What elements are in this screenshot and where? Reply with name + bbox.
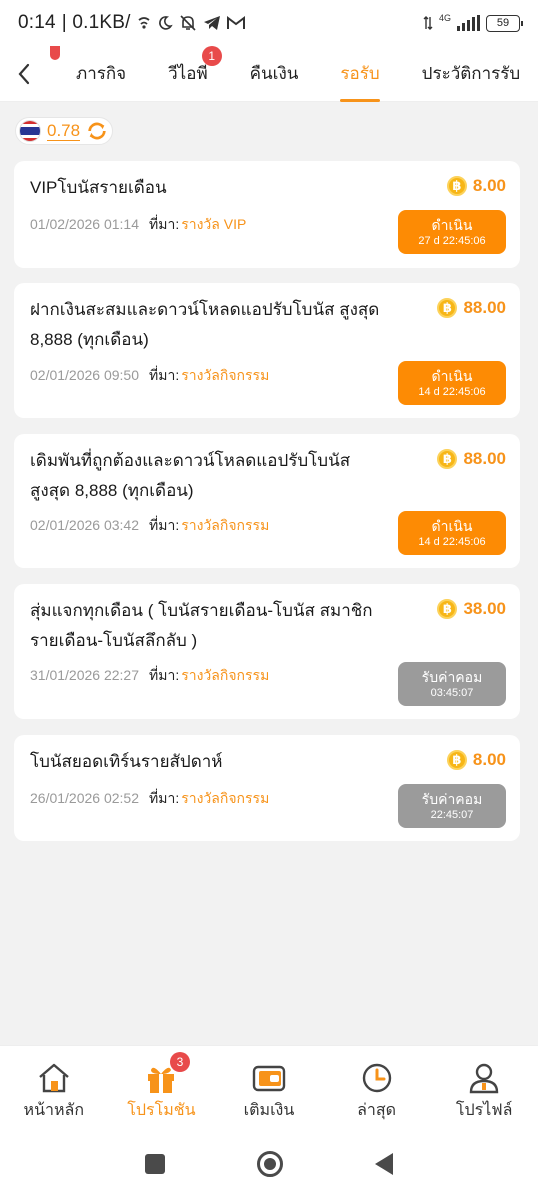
network-type: 4G	[438, 12, 451, 23]
reward-source: รางวัลกิจกรรม	[181, 667, 270, 683]
proceed-button[interactable]: ดำเนิน 14 d 22:45:06	[398, 511, 506, 555]
countdown-timer: 14 d 22:45:06	[418, 535, 486, 548]
nav-latest[interactable]: ล่าสุด	[323, 1046, 431, 1129]
reward-title: เดิมพันที่ถูกต้องและดาวน์โหลดแอปรับโบนัส…	[30, 451, 351, 500]
telegram-icon	[203, 16, 220, 30]
reward-card: โบนัสยอดเทิร์นรายสัปดาห์ ฿ 8.00 26/01/202…	[14, 735, 520, 841]
mute-icon	[180, 15, 196, 31]
source-label: ที่มา:	[149, 790, 180, 806]
reward-date: 02/01/2026 03:42	[30, 517, 139, 533]
reward-card: เดิมพันที่ถูกต้องและดาวน์โหลดแอปรับโบนัส…	[14, 434, 520, 568]
tab-cashback[interactable]: คืนเงิน	[250, 46, 299, 102]
thailand-flag-icon	[19, 120, 41, 142]
reward-title: สุ่มแจกทุกเดือน ( โบนัสรายเดือน-โบนัส สม…	[30, 601, 373, 650]
tab-bar: ภารกิจ วีไอพี 1 คืนเงิน รอรับ ประวัติการร…	[0, 45, 538, 102]
countdown-timer: 27 d 22:45:06	[418, 234, 486, 247]
nav-deposit[interactable]: เติมเงิน	[215, 1046, 323, 1129]
reward-card: สุ่มแจกทุกเดือน ( โบนัสรายเดือน-โบนัส สม…	[14, 584, 520, 719]
source-label: ที่มา:	[149, 367, 180, 383]
coin-icon: ฿	[446, 176, 467, 196]
reward-source: รางวัลกิจกรรม	[181, 790, 270, 806]
coin-icon: ฿	[437, 449, 458, 469]
status-time: 0:14	[18, 12, 56, 33]
home-system-button[interactable]	[257, 1151, 283, 1177]
reward-amount: 8.00	[472, 750, 506, 769]
claim-commission-button[interactable]: รับค่าคอม 22:45:07	[398, 784, 506, 828]
reward-amount: 8.00	[472, 176, 506, 195]
source-label: ที่มา:	[149, 216, 180, 232]
coin-icon: ฿	[446, 750, 467, 770]
wallet-icon	[252, 1065, 286, 1092]
claim-commission-button[interactable]: รับค่าคอม 03:45:07	[398, 662, 506, 706]
reward-date: 31/01/2026 22:27	[30, 667, 139, 683]
tab-history[interactable]: ประวัติการรับ	[422, 46, 521, 102]
data-transfer-icon	[423, 16, 433, 30]
tab-pending[interactable]: รอรับ	[340, 46, 380, 102]
status-speed: | 0.1KB/	[61, 12, 131, 33]
wifi-icon	[138, 17, 150, 29]
battery-icon: 59	[486, 14, 523, 32]
nav-promotions[interactable]: 3 โปรโมชัน	[108, 1046, 216, 1129]
signal-icon	[457, 15, 480, 31]
tab-vip-badge: 1	[201, 45, 222, 66]
balance-chip[interactable]: 0.78	[15, 117, 114, 145]
gmail-icon	[226, 16, 245, 29]
reward-source: รางวัล VIP	[181, 216, 247, 232]
tab-edge-badge	[50, 46, 60, 60]
reward-amount: 88.00	[463, 298, 506, 317]
reward-amount: 38.00	[463, 599, 506, 618]
tab-vip[interactable]: วีไอพี 1	[168, 45, 222, 102]
profile-icon	[469, 1063, 499, 1094]
back-system-button[interactable]	[375, 1153, 393, 1175]
chevron-left-icon	[18, 63, 30, 84]
balance-value: 0.78	[47, 120, 81, 141]
recent-apps-button[interactable]	[145, 1154, 165, 1174]
countdown-timer: 22:45:07	[430, 808, 474, 821]
reward-card: ฝากเงินสะสมและดาวน์โหลดแอปรับโบนัส สูงสุ…	[14, 283, 520, 418]
reward-card: VIPโบนัสรายเดือน ฿ 8.00 01/02/2026 01:14 ท…	[14, 161, 520, 268]
source-label: ที่มา:	[149, 667, 180, 683]
back-button[interactable]	[0, 46, 48, 102]
proceed-button[interactable]: ดำเนิน 14 d 22:45:06	[398, 361, 506, 405]
coin-icon: ฿	[437, 599, 458, 619]
nav-home[interactable]: หน้าหลัก	[0, 1046, 108, 1129]
coin-icon: ฿	[437, 298, 458, 318]
reward-title: โบนัสยอดเทิร์นรายสัปดาห์	[30, 752, 223, 771]
reward-date: 26/01/2026 02:52	[30, 790, 139, 806]
countdown-timer: 03:45:07	[430, 686, 474, 699]
proceed-button[interactable]: ดำเนิน 27 d 22:45:06	[398, 210, 506, 254]
battery-level: 59	[496, 17, 510, 29]
reward-title: ฝากเงินสะสมและดาวน์โหลดแอปรับโบนัส สูงสุ…	[30, 300, 380, 349]
bottom-nav: หน้าหลัก 3 โปรโมชัน เติมเงิน ล่าสุด โปรไ…	[0, 1045, 538, 1129]
reward-title: VIPโบนัสรายเดือน	[30, 178, 167, 197]
countdown-timer: 14 d 22:45:06	[418, 385, 486, 398]
reward-date: 01/02/2026 01:14	[30, 216, 139, 232]
source-label: ที่มา:	[149, 517, 180, 533]
promotions-badge: 3	[169, 1052, 190, 1072]
refresh-icon[interactable]	[86, 120, 108, 142]
reward-source: รางวัลกิจกรรม	[181, 367, 270, 383]
reward-date: 02/01/2026 09:50	[30, 367, 139, 383]
moon-icon	[158, 16, 173, 30]
clock-icon	[362, 1063, 391, 1093]
home-icon	[39, 1063, 69, 1093]
system-nav-bar	[0, 1129, 538, 1199]
status-bar: 0:14 | 0.1KB/ 4G 59	[0, 0, 538, 46]
reward-amount: 88.00	[463, 449, 506, 468]
tab-missions[interactable]: ภารกิจ	[76, 46, 126, 102]
nav-profile[interactable]: โปรไฟล์	[430, 1046, 538, 1129]
reward-source: รางวัลกิจกรรม	[181, 517, 270, 533]
